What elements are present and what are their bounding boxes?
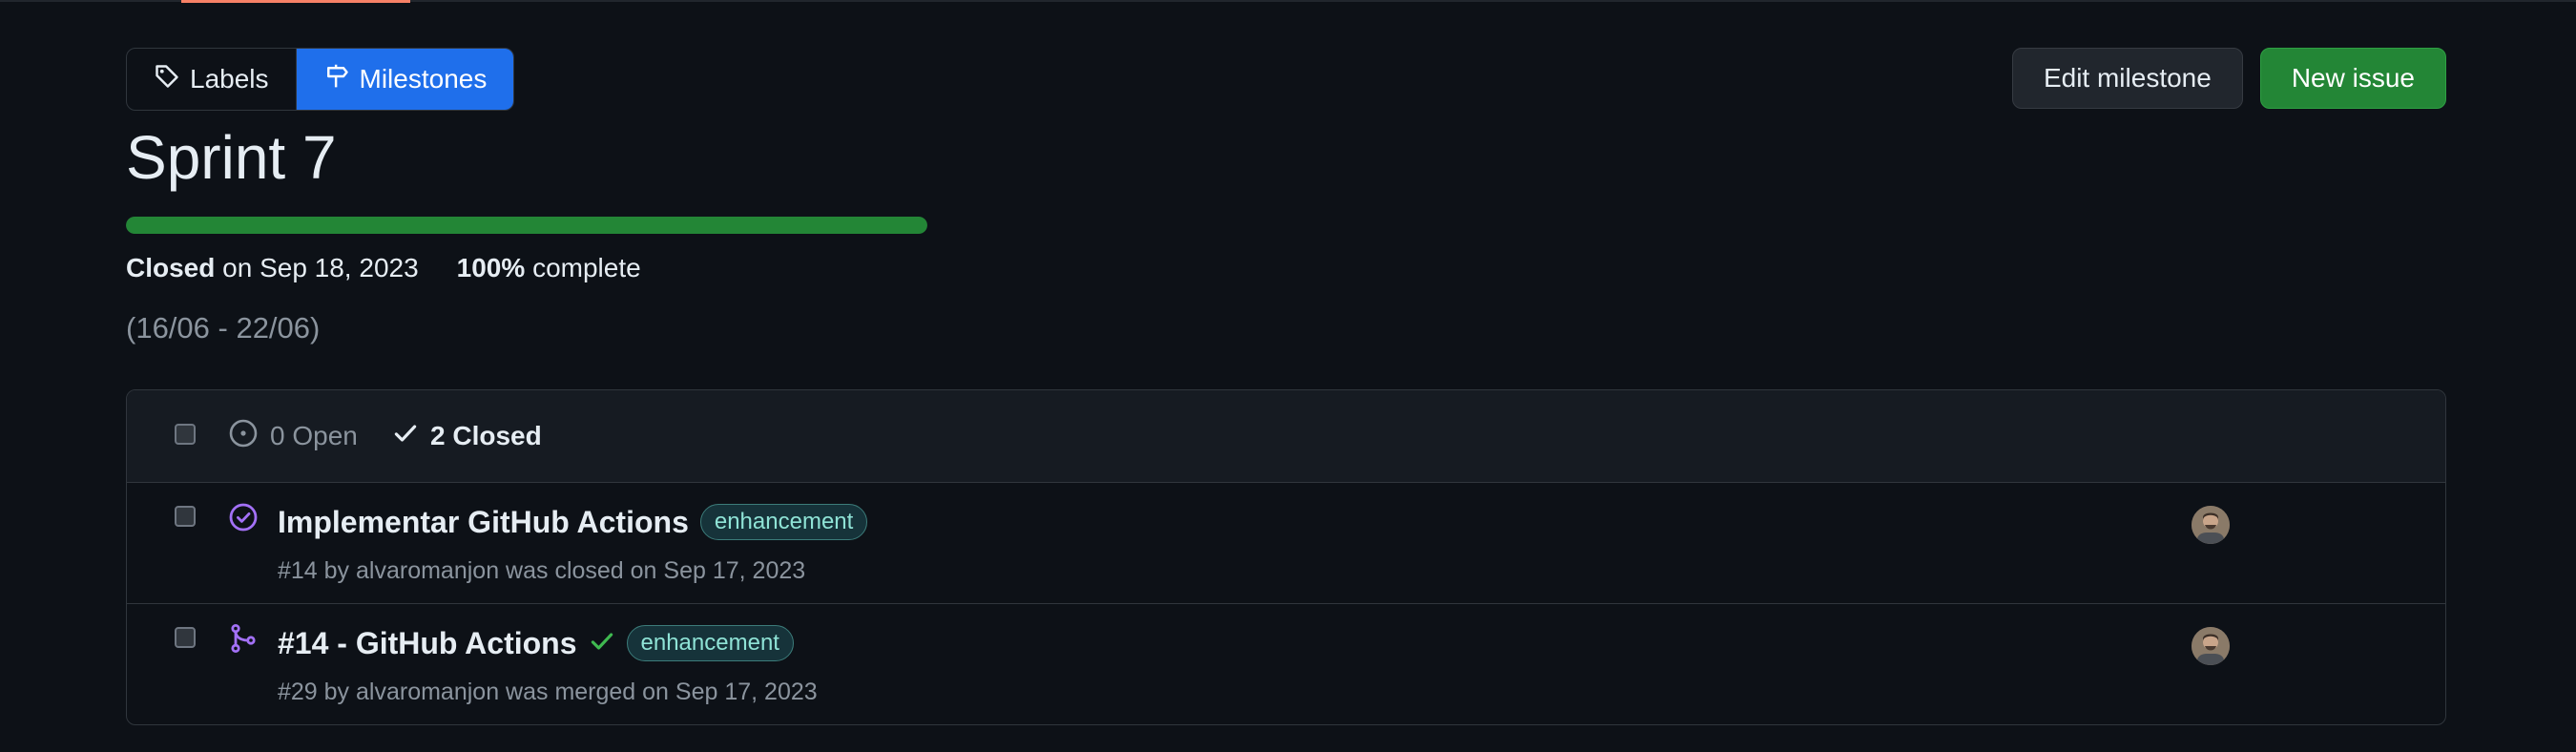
enhancement-label[interactable]: enhancement xyxy=(626,625,794,661)
progress-bar-fill xyxy=(126,217,927,234)
edit-milestone-button[interactable]: Edit milestone xyxy=(2011,48,2243,109)
tag-icon xyxy=(154,63,180,96)
new-issue-button[interactable]: New issue xyxy=(2259,48,2446,109)
labels-tab[interactable]: Labels xyxy=(127,49,297,110)
pull-request-meta: #29 by alvaromanjon was merged on Sep 17… xyxy=(278,679,818,705)
milestone-status-strong: Closed xyxy=(126,253,216,282)
pull-request-title-link[interactable]: #14 - GitHub Actions xyxy=(278,626,577,661)
milestone-status-date: on Sep 18, 2023 xyxy=(222,253,419,282)
milestone-title: Sprint 7 xyxy=(126,123,337,192)
check-icon xyxy=(589,628,615,659)
list-item: #14 - GitHub Actions enhancement #29 by … xyxy=(127,604,2445,724)
milestone-percent-strong: 100% xyxy=(456,253,526,282)
row-title-line: Implementar GitHub Actions enhancement xyxy=(278,504,868,540)
milestone-progress-bar xyxy=(126,217,927,234)
row-checkbox[interactable] xyxy=(175,506,196,527)
open-filter[interactable]: 0 Open xyxy=(228,418,358,455)
milestones-tab-label: Milestones xyxy=(359,64,488,94)
assignee-avatar[interactable] xyxy=(2192,506,2230,544)
assignee-avatar[interactable] xyxy=(2192,627,2230,665)
milestone-issues-list: 0 Open 2 Closed Implementar GitHub Actio… xyxy=(126,389,2446,725)
issue-meta: #14 by alvaromanjon was closed on Sep 17… xyxy=(278,557,806,584)
closed-filter[interactable]: 2 Closed xyxy=(392,420,542,453)
labels-milestones-subnav: Labels Milestones xyxy=(126,48,515,111)
milestones-tab[interactable]: Milestones xyxy=(296,49,514,110)
row-checkbox[interactable] xyxy=(175,627,196,648)
milestone-actions: Edit milestone New issue xyxy=(2011,48,2446,109)
list-header: 0 Open 2 Closed xyxy=(127,390,2445,483)
milestone-meta: Closed on Sep 18, 2023 100% complete xyxy=(126,253,641,283)
milestone-percent: 100% complete xyxy=(457,253,641,283)
pull-request-merged-icon xyxy=(228,623,259,658)
issue-open-icon xyxy=(228,418,259,455)
milestone-percent-text: complete xyxy=(532,253,641,282)
row-title-line: #14 - GitHub Actions enhancement xyxy=(278,625,794,661)
milestone-icon xyxy=(323,63,350,96)
select-all-checkbox[interactable] xyxy=(175,424,196,445)
enhancement-label[interactable]: enhancement xyxy=(699,504,868,540)
closed-count-label: 2 Closed xyxy=(430,421,542,450)
check-icon xyxy=(392,420,419,453)
active-tab-indicator xyxy=(181,0,410,3)
labels-tab-label: Labels xyxy=(190,64,269,94)
open-count-label: 0 Open xyxy=(270,421,358,450)
issue-closed-icon xyxy=(228,502,259,537)
list-item: Implementar GitHub Actions enhancement #… xyxy=(127,483,2445,604)
issue-title-link[interactable]: Implementar GitHub Actions xyxy=(278,505,689,540)
milestone-description: (16/06 - 22/06) xyxy=(126,311,321,345)
milestone-status: Closed on Sep 18, 2023 xyxy=(126,253,419,283)
